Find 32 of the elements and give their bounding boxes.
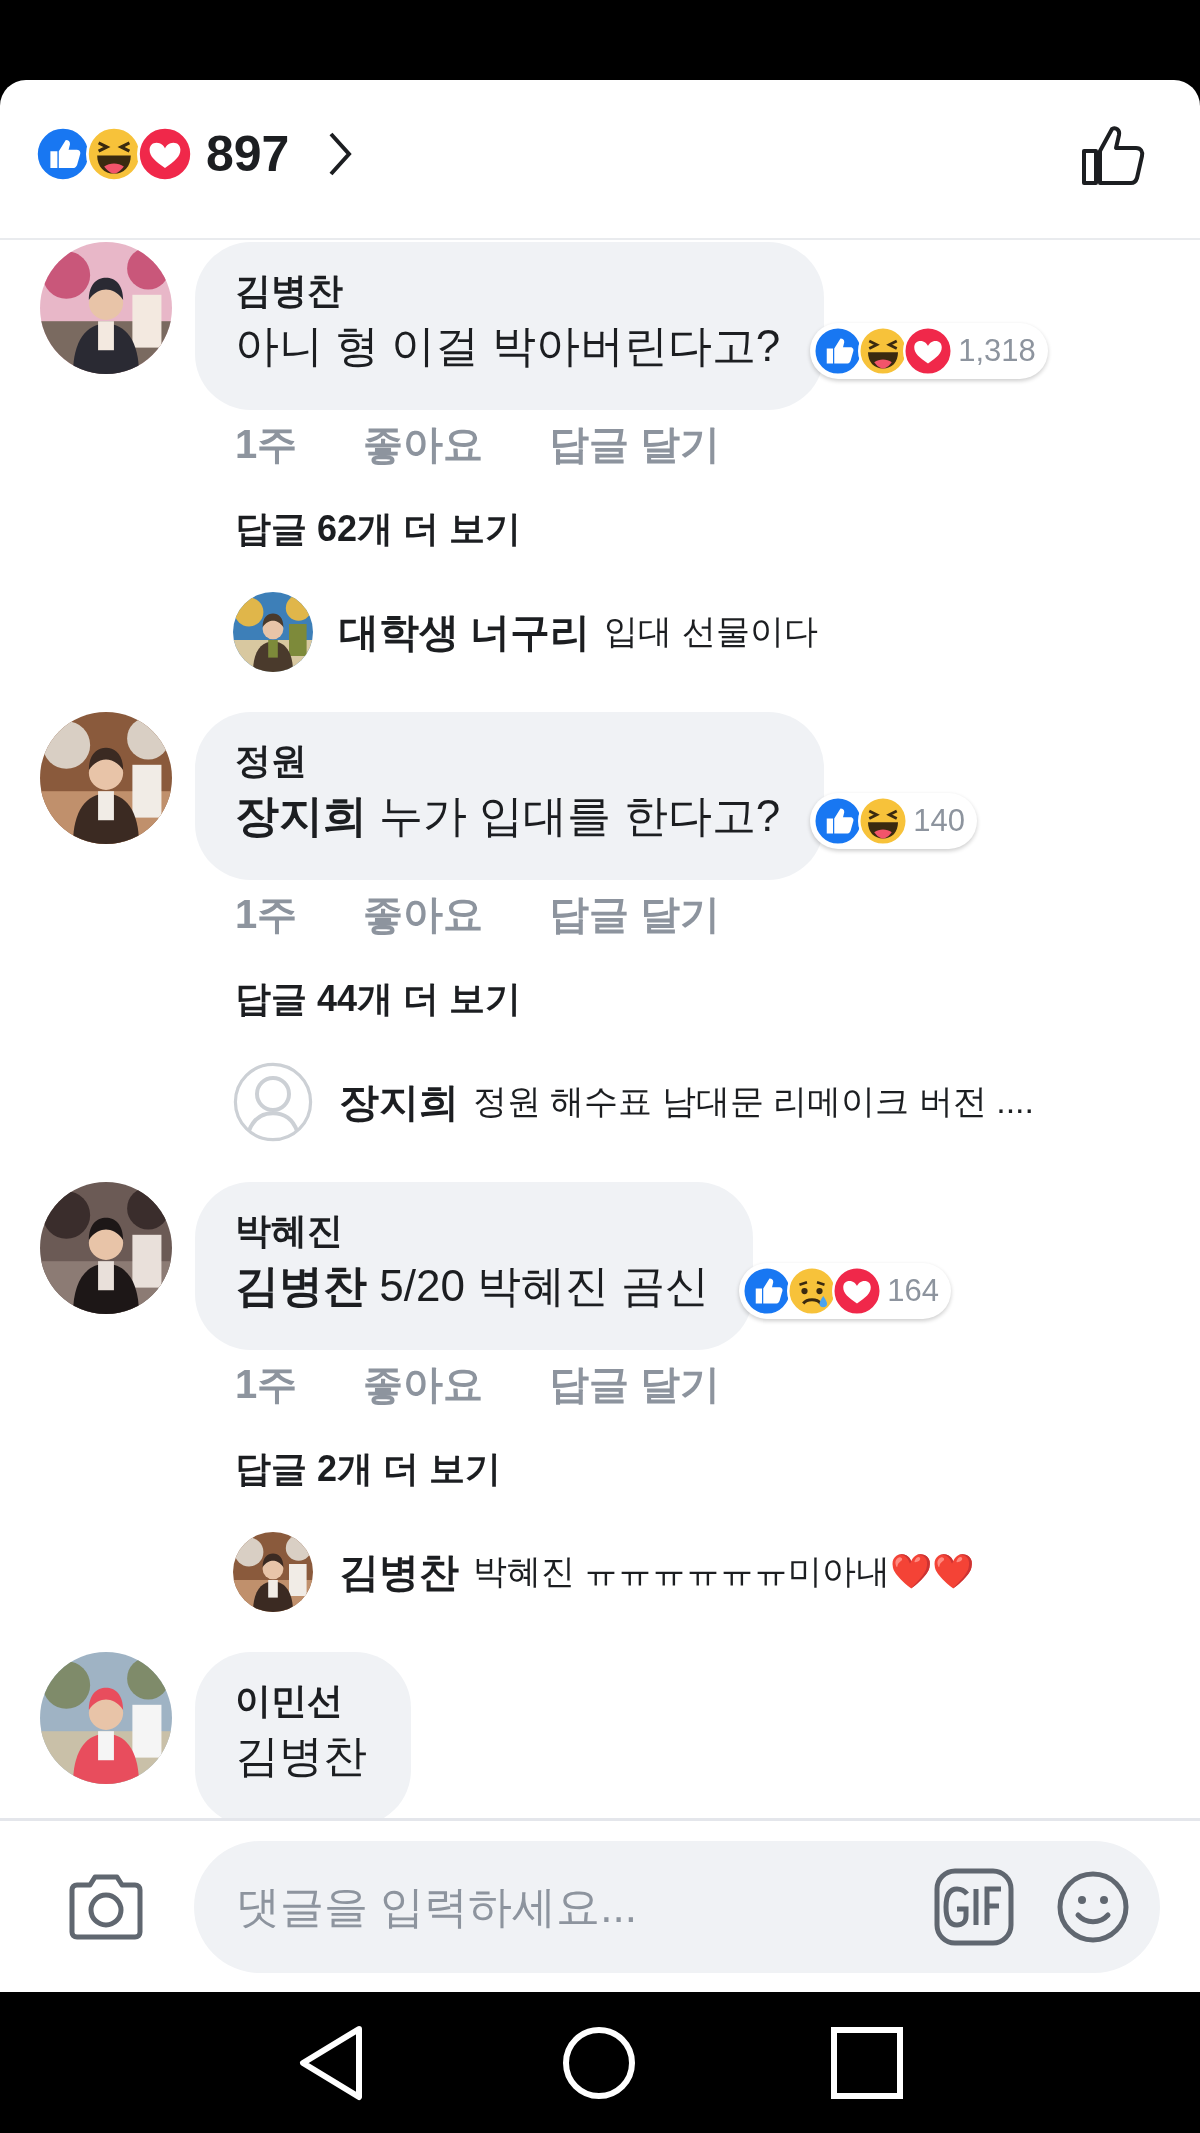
comment-input-field[interactable]: 댓글을 입력하세요... [234, 1880, 892, 1933]
view-more-replies-link[interactable]: 답글 2개 더 보기 [195, 1444, 502, 1494]
view-more-replies-link[interactable]: 답글 62개 더 보기 [195, 504, 522, 554]
comment-text: 아니 형 이걸 박아버린다고? [235, 320, 781, 372]
comment-time: 1주 [235, 891, 298, 938]
reply-text: 입대 선물이다 [604, 611, 818, 652]
comment-time: 1주 [235, 421, 298, 468]
reply-author[interactable]: 김병찬 [339, 1544, 459, 1600]
reply-author[interactable]: 대학생 너구리 [339, 604, 591, 660]
comment-field[interactable]: 댓글을 입력하세요... [194, 1840, 1160, 1973]
reply-text: 박혜진 ㅠㅠㅠㅠㅠㅠ미아내❤❤ [473, 1551, 975, 1592]
comment-author[interactable]: 박혜진 [235, 1206, 710, 1256]
comment-text: 김병찬 5/20 박혜진 곰신 [235, 1260, 710, 1312]
comment-text: 장지희 누가 입대를 한다고? [235, 790, 781, 842]
emoji-icon[interactable] [1056, 1869, 1130, 1944]
laughing-face-icon [858, 796, 909, 846]
reaction-count: 140 [913, 803, 965, 839]
reply-text: 정원 해수표 남대문 리메이크 버전 .... [473, 1081, 1035, 1122]
reaction-count[interactable]: 897 [206, 125, 290, 183]
home-icon[interactable] [561, 2024, 637, 2101]
recent-apps-icon[interactable] [831, 2026, 903, 2099]
comment-text: 김병찬 [235, 1730, 367, 1782]
comment-author[interactable]: 정원 [235, 736, 781, 786]
view-more-replies-link[interactable]: 답글 44개 더 보기 [195, 974, 522, 1024]
reaction-count: 164 [887, 1273, 940, 1309]
reaction-count: 1,318 [958, 333, 1036, 369]
reply-author[interactable]: 장지희 [339, 1074, 459, 1130]
comment-author[interactable]: 이민선 [235, 1676, 367, 1726]
default-avatar-icon [233, 1062, 313, 1142]
gif-icon[interactable] [934, 1867, 1014, 1946]
comment-time: 1주 [235, 1361, 298, 1408]
comment-author[interactable]: 김병찬 [235, 266, 781, 316]
